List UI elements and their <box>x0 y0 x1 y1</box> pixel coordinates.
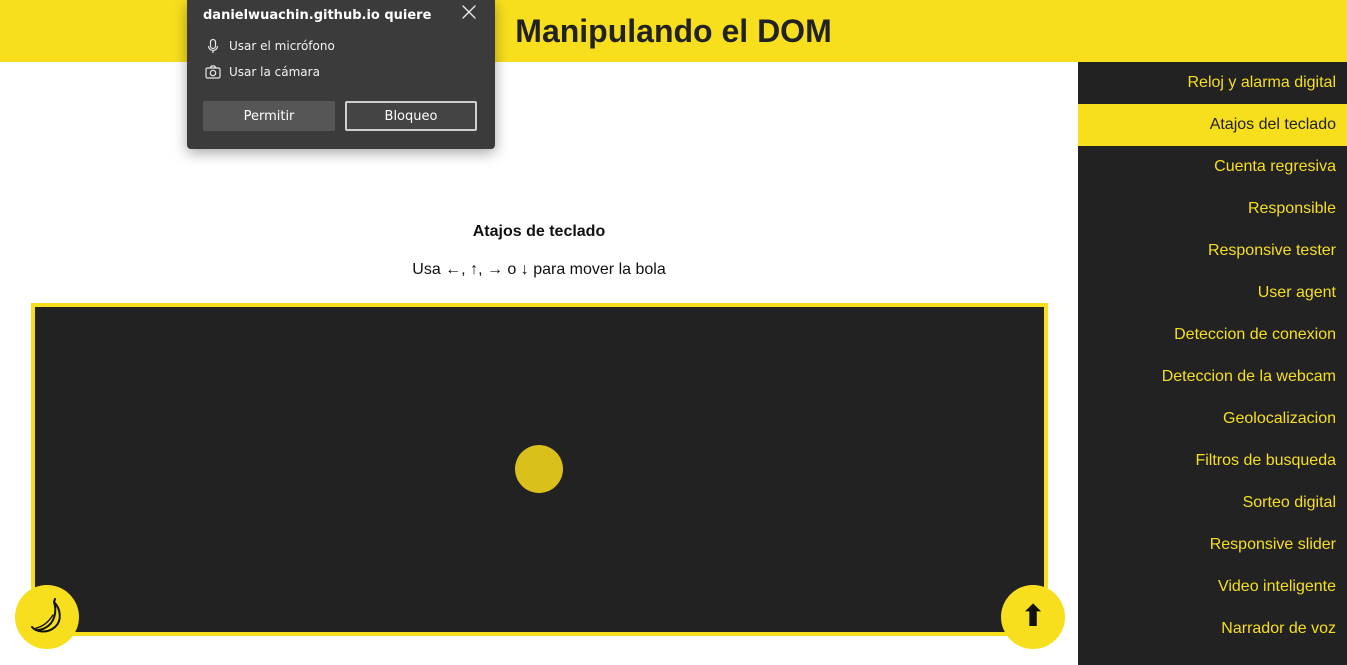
sidebar-item-reloj-alarma[interactable]: Reloj y alarma digital <box>1078 62 1347 104</box>
close-icon[interactable] <box>459 2 479 22</box>
microphone-label: Usar el micrófono <box>229 39 335 53</box>
camera-label: Usar la cámara <box>229 65 320 79</box>
sidebar-item-filtros-busqueda[interactable]: Filtros de busqueda <box>1078 440 1347 482</box>
scroll-top-button[interactable]: ⬆ <box>1001 585 1065 649</box>
sidebar-menu: Reloj y alarma digital Atajos del teclad… <box>1078 62 1347 665</box>
microphone-permission: Usar el micrófono <box>205 38 335 54</box>
sidebar-item-user-agent[interactable]: User agent <box>1078 272 1347 314</box>
sidebar-item-responsive-slider[interactable]: Responsive slider <box>1078 524 1347 566</box>
section-instructions: Usa ←, ↑, → o ↓ para mover la bola <box>412 261 666 278</box>
arrow-up-icon: ⬆ <box>1020 600 1046 633</box>
ball-stage <box>31 303 1048 636</box>
sidebar-item-responsible[interactable]: Responsible <box>1078 188 1347 230</box>
sidebar-item-geolocalizacion[interactable]: Geolocalizacion <box>1078 398 1347 440</box>
camera-icon <box>205 64 221 80</box>
page: Manipulando el DOM Reloj y alarma digita… <box>0 0 1347 665</box>
microphone-icon <box>205 38 221 54</box>
dark-mode-button[interactable] <box>15 585 79 649</box>
sidebar-item-responsive-tester[interactable]: Responsive tester <box>1078 230 1347 272</box>
sidebar-item-video-inteligente[interactable]: Video inteligente <box>1078 566 1347 608</box>
sidebar-item-deteccion-webcam[interactable]: Deteccion de la webcam <box>1078 356 1347 398</box>
permission-popup: danielwuachin.github.io quiere Usar el m… <box>187 0 495 149</box>
allow-button[interactable]: Permitir <box>203 101 335 131</box>
sidebar-item-cuenta-regresiva[interactable]: Cuenta regresiva <box>1078 146 1347 188</box>
block-button[interactable]: Bloqueo <box>345 101 477 131</box>
sidebar-item-deteccion-conexion[interactable]: Deteccion de conexion <box>1078 314 1347 356</box>
camera-permission: Usar la cámara <box>205 64 320 80</box>
section-title: Atajos de teclado <box>472 223 606 240</box>
sidebar-item-sorteo-digital[interactable]: Sorteo digital <box>1078 482 1347 524</box>
sidebar-item-atajos-teclado[interactable]: Atajos del teclado <box>1078 104 1347 146</box>
page-title: Manipulando el DOM <box>515 12 832 49</box>
ball <box>515 445 563 493</box>
popup-title: danielwuachin.github.io quiere <box>203 8 432 23</box>
moon-icon <box>31 598 61 633</box>
sidebar-item-narrador-voz[interactable]: Narrador de voz <box>1078 608 1347 650</box>
